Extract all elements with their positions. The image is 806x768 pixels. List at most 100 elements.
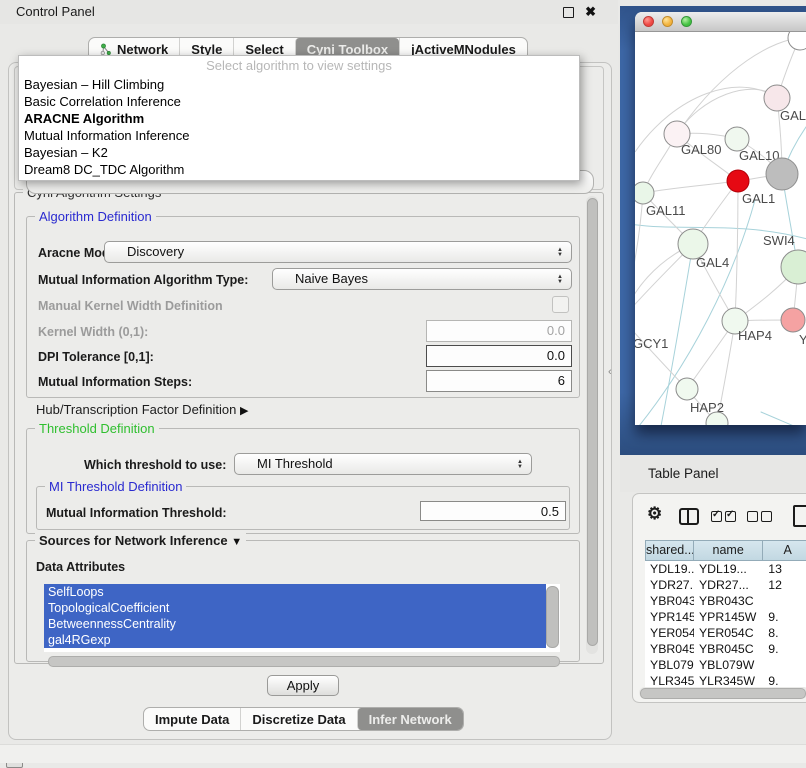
mi-type-select[interactable]: Naive Bayes ▲▼ [272, 268, 572, 290]
table-row[interactable]: YBR043CYBR043C [645, 593, 806, 609]
maximize-window-icon[interactable] [681, 16, 692, 27]
table-row[interactable]: YER054CYER054C8. [645, 625, 806, 641]
mi-steps-field[interactable]: 6 [426, 370, 572, 392]
table-cell: 12 [763, 577, 806, 593]
tab-label: Infer Network [369, 712, 452, 727]
network-node-swi4[interactable] [781, 250, 806, 284]
tab-discretize-data[interactable]: Discretize Data [240, 708, 356, 730]
tab-label: Discretize Data [252, 712, 345, 727]
manual-kernel-label: Manual Kernel Width Definition [38, 299, 223, 313]
table-panel-titlebar: Table Panel [620, 455, 806, 492]
apply-button[interactable]: Apply [267, 675, 339, 696]
control-panel-title: Control Panel [16, 0, 95, 24]
table-cell: YER054C [645, 625, 694, 641]
network-canvas[interactable]: GALGAL80GAL10GAL1GAL11SWI4GAL4GCY1HAP4YH… [635, 32, 806, 425]
manual-kernel-checkbox[interactable] [552, 296, 569, 313]
spinner-arrows-icon: ▲▼ [557, 243, 563, 263]
network-icon [100, 43, 112, 56]
algorithm-definition-title: Algorithm Definition [35, 209, 156, 224]
network-window-titlebar[interactable] [635, 12, 806, 32]
sources-group-title[interactable]: Sources for Network Inference ▼ [35, 533, 246, 548]
mi-type-value: Naive Bayes [295, 271, 368, 286]
tab-label: Impute Data [155, 712, 229, 727]
close-panel-icon[interactable]: ✖ [585, 3, 596, 21]
file-icon[interactable] [793, 505, 806, 527]
columns-icon[interactable] [679, 508, 699, 525]
which-threshold-select[interactable]: MI Threshold ▲▼ [234, 453, 532, 475]
minimize-window-icon[interactable] [662, 16, 673, 27]
table-cell: YBR043C [645, 593, 694, 609]
network-view-window[interactable]: GALGAL80GAL10GAL1GAL11SWI4GAL4GCY1HAP4YH… [635, 12, 806, 425]
data-attributes-list[interactable]: SelfLoopsTopologicalCoefficientBetweenne… [44, 584, 560, 652]
algorithm-option-bayesian-hill-climbing[interactable]: Bayesian – Hill Climbing [19, 76, 579, 93]
which-threshold-label: Which threshold to use: [84, 458, 226, 472]
gear-icon[interactable]: ⚙ [647, 504, 662, 524]
algorithm-option-dream8-dc-tdc-algorithm[interactable]: Dream8 DC_TDC Algorithm [19, 161, 579, 178]
column-header-1[interactable]: shared... [645, 540, 694, 561]
dpi-tolerance-label: DPI Tolerance [0,1]: [38, 350, 154, 364]
hub-definition-expander[interactable]: Hub/Transcription Factor Definition ▶ [36, 402, 248, 417]
mi-threshold-field[interactable]: 0.5 [420, 501, 566, 521]
table-toolbar: ⚙ [633, 502, 806, 532]
column-header-2[interactable]: name [694, 540, 763, 561]
data-attribute-topologicalcoefficient[interactable]: TopologicalCoefficient [44, 600, 546, 616]
network-node-gal1[interactable] [727, 170, 749, 192]
table-cell [763, 657, 806, 673]
table-panel-body: ⚙ shared...nameA YDL19...YDL19...13YDR27… [632, 493, 806, 703]
network-node-y[interactable] [781, 308, 805, 332]
panel-divider-chevron-icon[interactable]: ‹ [608, 366, 612, 378]
attributes-scrollbar-thumb[interactable] [546, 586, 559, 648]
algorithm-dropdown-popup: Select algorithm to view settings Bayesi… [18, 55, 580, 181]
node-label-gal4: GAL4 [696, 255, 729, 270]
algorithm-option-aracne-algorithm[interactable]: ARACNE Algorithm [19, 110, 579, 127]
deselect-checks-icon[interactable] [761, 511, 772, 522]
algorithm-option-bayesian-k2[interactable]: Bayesian – K2 [19, 144, 579, 161]
network-node-gal11[interactable] [635, 182, 654, 204]
hub-definition-label: Hub/Transcription Factor Definition [36, 402, 236, 417]
table-hscrollbar-track[interactable] [639, 687, 806, 698]
column-header-3[interactable]: A [763, 540, 806, 561]
spinner-arrows-icon: ▲▼ [557, 270, 563, 290]
node-label-gal: GAL [780, 108, 806, 123]
table-cell: YBR045C [645, 641, 694, 657]
table-cell: 9. [763, 641, 806, 657]
data-attribute-selfloops[interactable]: SelfLoops [44, 584, 546, 600]
dpi-tolerance-field[interactable]: 0.0 [426, 345, 572, 367]
expand-down-icon: ▼ [231, 536, 242, 548]
network-graph[interactable]: GALGAL80GAL10GAL1GAL11SWI4GAL4GCY1HAP4YH… [635, 32, 806, 425]
network-node-hap2[interactable] [676, 378, 698, 400]
table-row[interactable]: YDL19...YDL19...13 [645, 561, 806, 577]
select-all-checks-icon[interactable] [725, 511, 736, 522]
table-row[interactable]: YDR27...YDR27...12 [645, 577, 806, 593]
algorithm-option-mutual-information-inference[interactable]: Mutual Information Inference [19, 127, 579, 144]
table-cell: YBR043C [694, 593, 763, 609]
table-row[interactable]: YBR045CYBR045C9. [645, 641, 806, 657]
dropdown-items: Bayesian – Hill ClimbingBasic Correlatio… [19, 76, 579, 178]
node-label-gcy1: GCY1 [635, 336, 668, 351]
data-attribute-gal4rgexp[interactable]: gal4RGexp [44, 632, 546, 648]
table-cell: YPR145W [645, 609, 694, 625]
data-attributes-label: Data Attributes [36, 560, 125, 574]
deselect-checks-icon[interactable] [747, 511, 758, 522]
table-row[interactable]: YPR145WYPR145W9. [645, 609, 806, 625]
table-row[interactable]: YBL079WYBL079W [645, 657, 806, 673]
table-cell: YER054C [694, 625, 763, 641]
algorithm-option-basic-correlation-inference[interactable]: Basic Correlation Inference [19, 93, 579, 110]
tab-impute-data[interactable]: Impute Data [144, 708, 240, 730]
network-node[interactable] [788, 32, 806, 50]
expand-right-icon: ▶ [240, 405, 248, 417]
network-node[interactable] [766, 158, 798, 190]
close-window-icon[interactable] [643, 16, 654, 27]
node-label-gal11: GAL11 [646, 203, 686, 218]
select-all-checks-icon[interactable] [711, 511, 722, 522]
kernel-width-field[interactable]: 0.0 [426, 320, 572, 342]
aracne-mode-select[interactable]: Discovery ▲▼ [104, 241, 572, 263]
node-table: shared...nameA YDL19...YDL19...13YDR27..… [645, 540, 806, 697]
float-panel-icon[interactable] [563, 7, 574, 18]
table-hscrollbar-thumb[interactable] [640, 688, 806, 699]
tab-infer-network[interactable]: Infer Network [357, 708, 463, 730]
data-attribute-betweennesscentrality[interactable]: BetweennessCentrality [44, 616, 546, 632]
settings-scrollbar-track[interactable] [586, 196, 598, 654]
settings-hscrollbar-thumb[interactable] [48, 656, 560, 667]
settings-scrollbar-thumb[interactable] [587, 198, 598, 646]
